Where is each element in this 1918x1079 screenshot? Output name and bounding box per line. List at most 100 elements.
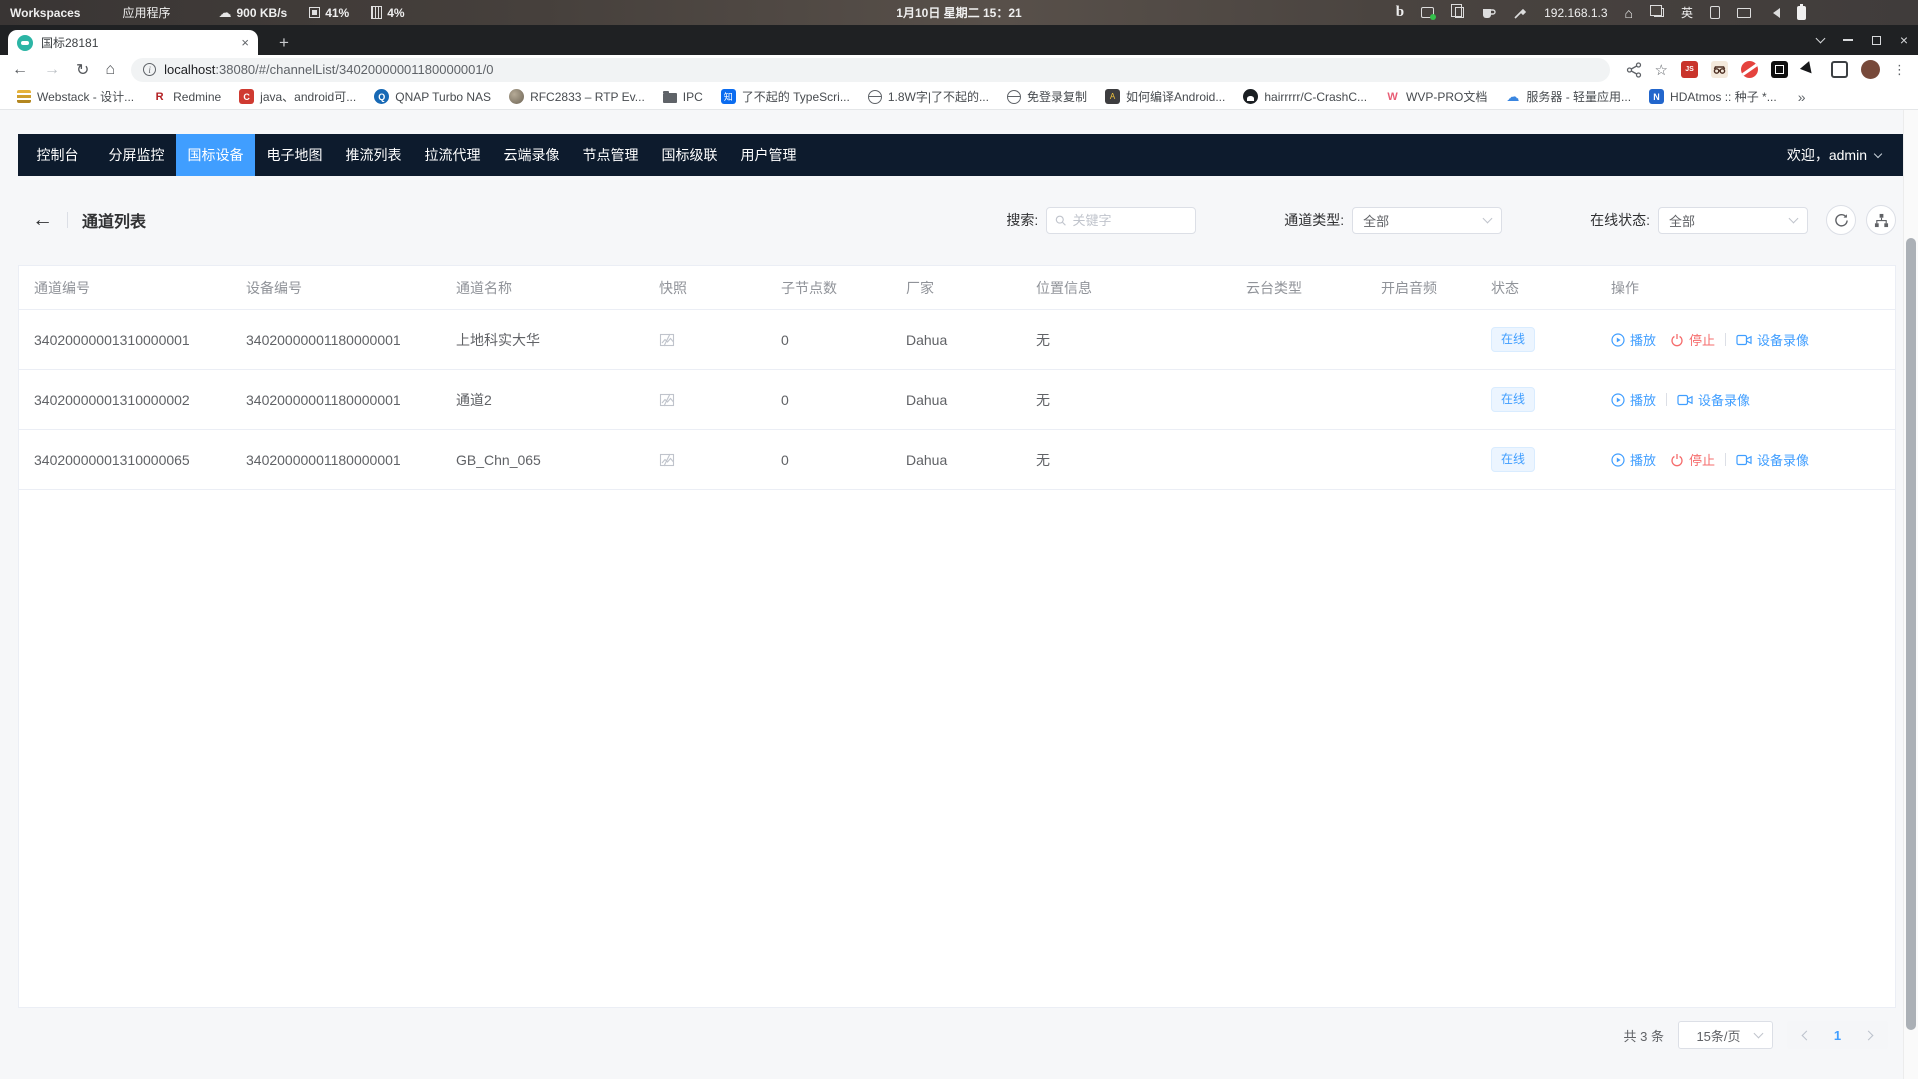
device-record-button[interactable]: 设备录像	[1736, 450, 1809, 469]
nav-tab-node-manage[interactable]: 节点管理	[571, 134, 650, 176]
channel-type-select[interactable]: 全部	[1352, 207, 1502, 234]
search-input[interactable]	[1073, 213, 1188, 228]
bookmark-item[interactable]: RFC2833 – RTP Ev...	[500, 89, 654, 104]
dark-frame-extension-icon[interactable]	[1771, 61, 1788, 78]
reader-extension-icon[interactable]	[1711, 61, 1728, 78]
forward-button[interactable]: →	[44, 61, 60, 79]
channel-name-cell: 上地科实大华	[456, 330, 659, 350]
refresh-button[interactable]	[1826, 205, 1856, 235]
online-status-select[interactable]: 全部	[1658, 207, 1808, 234]
bookmark-item[interactable]: 知了不起的 TypeScri...	[712, 88, 859, 105]
battery-icon	[1797, 6, 1806, 20]
window-close-button[interactable]: ×	[1900, 33, 1908, 47]
bookmark-item[interactable]: ☁服务器 - 轻量应用...	[1496, 88, 1640, 105]
share-icon[interactable]	[1626, 62, 1642, 78]
screenshot-tray-icon[interactable]	[1421, 7, 1434, 18]
volume-icon[interactable]	[1768, 8, 1780, 18]
reload-button[interactable]: ↻	[76, 60, 89, 80]
bookmark-item[interactable]: QQNAP Turbo NAS	[365, 89, 500, 104]
column-header: 设备编号	[246, 278, 456, 298]
bookmark-item[interactable]: hairrrrr/C-CrashC...	[1234, 89, 1376, 104]
window-minimize-button[interactable]	[1843, 39, 1853, 41]
profile-avatar[interactable]	[1861, 60, 1880, 79]
adblock-extension-icon[interactable]	[1741, 61, 1758, 78]
play-button[interactable]: 播放	[1611, 450, 1656, 469]
user-menu[interactable]: 欢迎，admin	[1787, 145, 1903, 165]
device-record-button[interactable]: 设备录像	[1736, 330, 1809, 349]
bookmark-item[interactable]: A如何编译Android...	[1096, 88, 1234, 105]
back-arrow-button[interactable]: ←	[32, 208, 53, 232]
clipboard-tray-icon[interactable]	[1455, 7, 1464, 18]
nav-tab-split-monitor[interactable]: 分屏监控	[97, 134, 176, 176]
new-tab-button[interactable]: +	[272, 31, 296, 55]
nav-tab-pull-proxy[interactable]: 拉流代理	[413, 134, 492, 176]
bookmark-item[interactable]: IPC	[654, 90, 712, 104]
nav-tab-e-map[interactable]: 电子地图	[255, 134, 334, 176]
bing-tray-icon[interactable]: b	[1396, 5, 1404, 20]
workspaces-button[interactable]: Workspaces	[10, 6, 80, 20]
bookmark-item[interactable]: 免登录复制	[998, 88, 1096, 105]
window-switcher-icon[interactable]	[1654, 8, 1664, 17]
next-page-button[interactable]	[1853, 1021, 1884, 1049]
row-actions: 播放 停止 设备录像	[1611, 450, 1895, 469]
bookmark-star-icon[interactable]: ☆	[1655, 61, 1668, 79]
play-button[interactable]: 播放	[1611, 390, 1656, 409]
tab-close-icon[interactable]: ×	[241, 35, 249, 50]
device-record-button[interactable]: 设备录像	[1677, 390, 1750, 409]
sphere-icon	[509, 89, 524, 104]
page-scrollbar[interactable]	[1903, 110, 1918, 1079]
site-info-icon[interactable]: i	[143, 63, 156, 76]
window-restore-button[interactable]	[1872, 36, 1881, 45]
bookmark-item[interactable]: NHDAtmos :: 种子 *...	[1640, 88, 1786, 105]
power-icon	[1670, 453, 1684, 467]
channel-name-cell: GB_Chn_065	[456, 452, 659, 468]
prev-page-button[interactable]	[1791, 1021, 1822, 1049]
page-size-select[interactable]: 15条/页	[1678, 1021, 1773, 1049]
play-button[interactable]: 播放	[1611, 330, 1656, 349]
browser-home-button[interactable]: ⌂	[105, 61, 115, 79]
nav-tab-gb-cascade[interactable]: 国标级联	[650, 134, 729, 176]
bookmark-item[interactable]: Webstack - 设计...	[8, 88, 143, 105]
bookmark-item[interactable]: 1.8W字|了不起的...	[859, 88, 998, 105]
browser-toolbar: ← → ↻ ⌂ i localhost:38080/#/channelList/…	[0, 55, 1918, 84]
caffeine-tray-icon[interactable]	[1481, 6, 1496, 19]
nav-tab-cloud-record[interactable]: 云端录像	[492, 134, 571, 176]
display-settings-icon[interactable]	[1737, 8, 1751, 18]
input-language-indicator[interactable]: 英	[1681, 4, 1693, 21]
bookmark-item[interactable]: Cjava、android可...	[230, 88, 365, 105]
address-bar[interactable]: i localhost:38080/#/channelList/34020000…	[131, 58, 1609, 82]
scrollbar-thumb[interactable]	[1906, 238, 1916, 1030]
back-button[interactable]: ←	[12, 61, 28, 79]
bookmark-item[interactable]: RRedmine	[143, 89, 230, 104]
snapshot-cell	[659, 452, 781, 468]
home-tray-icon[interactable]: ⌂	[1625, 6, 1633, 20]
child-count-cell: 0	[781, 452, 906, 468]
tab-search-chevron-icon[interactable]	[1815, 34, 1825, 44]
stop-button[interactable]: 停止	[1670, 450, 1715, 469]
bookmarks-overflow-chevron[interactable]: »	[1790, 89, 1814, 105]
chevron-down-icon	[1483, 214, 1493, 224]
nav-tab-gb-devices[interactable]: 国标设备	[176, 134, 255, 176]
column-header: 通道名称	[456, 278, 659, 298]
nav-tab-console[interactable]: 控制台	[18, 134, 97, 176]
bookmark-item[interactable]: WWVP-PRO文档	[1376, 88, 1496, 105]
location-cell: 无	[1036, 390, 1246, 410]
browser-tab[interactable]: 国标28181 ×	[8, 30, 258, 55]
phone-link-icon[interactable]	[1710, 6, 1720, 19]
color-picker-tray-icon[interactable]	[1513, 6, 1527, 20]
browser-menu-icon[interactable]: ⋮	[1893, 62, 1906, 78]
sitemap-icon	[1874, 213, 1889, 228]
nav-tab-push-list[interactable]: 推流列表	[334, 134, 413, 176]
bookmarks-bar: Webstack - 设计... RRedmine Cjava、android可…	[0, 84, 1918, 110]
cpu-icon	[309, 7, 320, 18]
channel-table: 通道编号 设备编号 通道名称 快照 子节点数 厂家 位置信息 云台类型 开启音频…	[18, 265, 1896, 1008]
ip-address-indicator[interactable]: 192.168.1.3	[1544, 6, 1607, 20]
current-page[interactable]: 1	[1822, 1028, 1853, 1043]
nav-tab-user-manage[interactable]: 用户管理	[729, 134, 808, 176]
device-tree-button[interactable]	[1866, 205, 1896, 235]
square-extension-icon[interactable]	[1831, 61, 1848, 78]
stop-button[interactable]: 停止	[1670, 330, 1715, 349]
json-viewer-extension-icon[interactable]: JS	[1681, 61, 1698, 78]
cursor-extension-icon[interactable]	[1801, 61, 1818, 78]
applications-menu[interactable]: 应用程序	[122, 4, 170, 21]
